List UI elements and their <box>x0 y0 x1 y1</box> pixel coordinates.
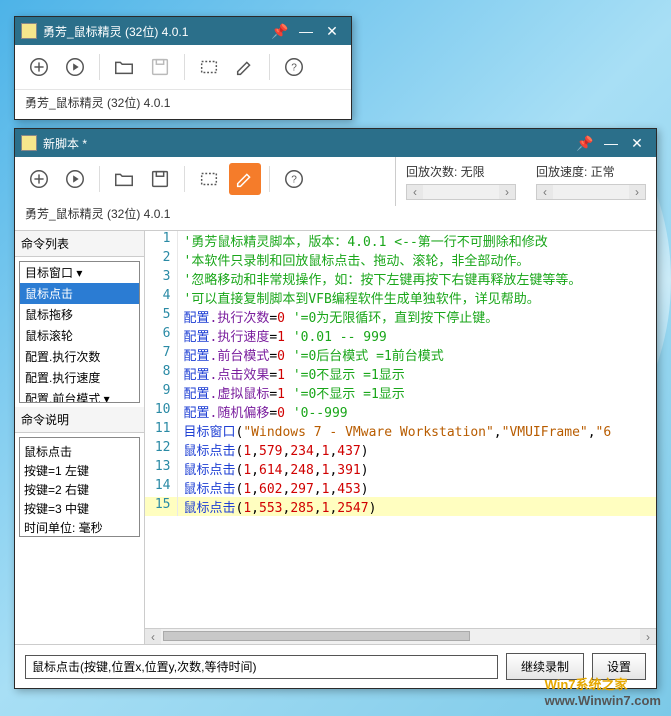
list-item[interactable]: 配置.执行速度 <box>20 367 139 388</box>
help-button[interactable]: ? <box>278 51 310 83</box>
minimize-icon[interactable]: — <box>598 135 624 151</box>
cmd-listbox[interactable]: 目标窗口 ▾鼠标点击鼠标拖移鼠标滚轮配置.执行次数配置.执行速度配置.前台模式 … <box>19 261 140 403</box>
add-button[interactable] <box>23 51 55 83</box>
help-button[interactable]: ? <box>278 163 310 195</box>
save-button[interactable] <box>144 163 176 195</box>
select-button[interactable] <box>193 163 225 195</box>
pin-icon[interactable]: 📌 <box>267 23 293 40</box>
app-icon <box>21 23 37 39</box>
desc-line: 按键=2 右键 <box>24 480 135 499</box>
window-main: 勇芳_鼠标精灵 (32位) 4.0.1 📌 — ✕ ? 勇芳_鼠标精灵 (32位… <box>14 16 352 120</box>
window-script: 新脚本 * 📌 — ✕ ? 勇芳_鼠标精灵 (32位) 4.0.1 回放次数: … <box>14 128 657 689</box>
cmd-list-title: 命令列表 <box>15 231 144 257</box>
edit-button[interactable] <box>229 163 261 195</box>
close-icon[interactable]: ✕ <box>624 135 650 152</box>
select-button[interactable] <box>193 51 225 83</box>
watermark: Win7系统之家 www.Winwin7.com <box>545 674 661 708</box>
add-button[interactable] <box>23 163 55 195</box>
code-editor[interactable]: 1'勇芳鼠标精灵脚本，版本：4.0.1 <--第一行不可删除和修改2'本软件只录… <box>145 231 656 628</box>
list-item[interactable]: 配置.前台模式 ▾ <box>20 388 139 403</box>
playback-options: 回放次数: 无限 ‹› 回放速度: 正常 ‹› <box>395 157 656 206</box>
save-button[interactable] <box>144 51 176 83</box>
open-button[interactable] <box>108 163 140 195</box>
playback-speed-label: 回放速度: 正常 <box>536 163 646 180</box>
editor-hscroll[interactable]: ‹› <box>145 628 656 644</box>
list-item[interactable]: 鼠标点击 <box>20 283 139 304</box>
playback-count-label: 回放次数: 无限 <box>406 163 516 180</box>
list-item[interactable]: 鼠标滚轮 <box>20 325 139 346</box>
desc-line: 按键=3 中键 <box>24 499 135 518</box>
close-icon[interactable]: ✕ <box>319 23 345 40</box>
minimize-icon[interactable]: — <box>293 23 319 39</box>
titlebar[interactable]: 新脚本 * 📌 — ✕ <box>15 129 656 157</box>
play-button[interactable] <box>59 51 91 83</box>
open-button[interactable] <box>108 51 140 83</box>
cmd-input[interactable] <box>25 655 498 679</box>
titlebar[interactable]: 勇芳_鼠标精灵 (32位) 4.0.1 📌 — ✕ <box>15 17 351 45</box>
svg-text:?: ? <box>291 63 297 74</box>
toolbar: ? <box>15 45 351 90</box>
list-item[interactable]: 鼠标拖移 <box>20 304 139 325</box>
window-title: 新脚本 * <box>43 135 572 152</box>
list-item[interactable]: 配置.执行次数 <box>20 346 139 367</box>
cmd-desc-box: 鼠标点击按键=1 左键按键=2 右键按键=3 中键时间单位: 毫秒 <box>19 437 140 537</box>
list-item[interactable]: 目标窗口 ▾ <box>20 262 139 283</box>
svg-text:?: ? <box>291 175 297 186</box>
pin-icon[interactable]: 📌 <box>572 135 598 152</box>
subtitle: 勇芳_鼠标精灵 (32位) 4.0.1 <box>15 201 395 230</box>
desc-line: 时间单位: 毫秒 <box>24 518 135 537</box>
subtitle: 勇芳_鼠标精灵 (32位) 4.0.1 <box>15 90 351 119</box>
desc-line: 鼠标点击 <box>24 442 135 461</box>
play-button[interactable] <box>59 163 91 195</box>
toolbar: ? <box>15 157 395 201</box>
app-icon <box>21 135 37 151</box>
desc-line: 按键=1 左键 <box>24 461 135 480</box>
cmd-desc-title: 命令说明 <box>15 407 144 433</box>
playback-count-slider[interactable]: ‹› <box>406 184 516 200</box>
window-title: 勇芳_鼠标精灵 (32位) 4.0.1 <box>43 23 267 40</box>
edit-button[interactable] <box>229 51 261 83</box>
left-panel: 命令列表 目标窗口 ▾鼠标点击鼠标拖移鼠标滚轮配置.执行次数配置.执行速度配置.… <box>15 231 145 644</box>
playback-speed-slider[interactable]: ‹› <box>536 184 646 200</box>
